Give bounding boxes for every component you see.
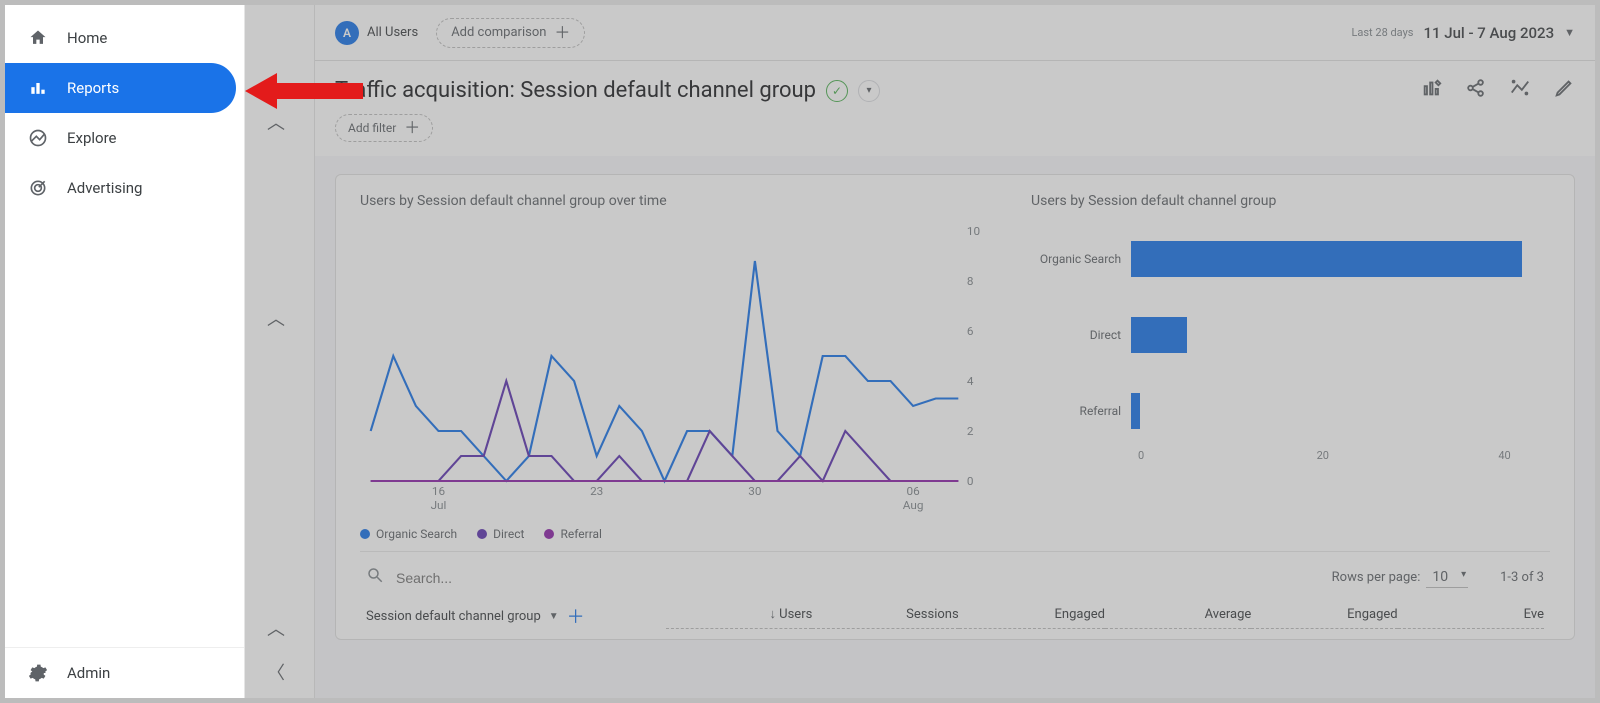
chevron-left-icon[interactable]: 〈 <box>267 659 285 685</box>
column-sessions[interactable]: Sessions <box>812 607 958 629</box>
insights-icon[interactable] <box>1509 77 1531 104</box>
chevron-up-icon[interactable]: ︿ <box>267 305 285 331</box>
sidebar-item-label: Reports <box>67 79 119 97</box>
svg-text:16: 16 <box>432 484 445 498</box>
pager-label: 1-3 of 3 <box>1500 570 1544 585</box>
title-dropdown-button[interactable]: ▾ <box>858 80 880 102</box>
chevron-up-icon[interactable]: ︿ <box>267 109 285 135</box>
home-icon <box>27 28 49 48</box>
add-comparison-button[interactable]: Add comparison ＋ <box>436 18 585 48</box>
customize-report-icon[interactable] <box>1421 77 1443 104</box>
svg-text:30: 30 <box>748 484 761 498</box>
sidebar-item-label: Advertising <box>67 179 142 197</box>
column-average[interactable]: Average <box>1105 607 1251 629</box>
collapsed-subnav: ︿ ︿ ︿ 〈 <box>245 5 315 698</box>
sidebar: Home Reports Explore Advertising Admin <box>5 5 245 698</box>
add-comparison-label: Add comparison <box>451 25 546 40</box>
bar-chart-icon <box>27 78 49 98</box>
topbar: A All Users Add comparison ＋ Last 28 day… <box>315 5 1595 61</box>
legend-item: Organic Search <box>360 527 457 541</box>
column-engaged[interactable]: Engaged <box>959 607 1105 629</box>
bar-chart-title: Users by Session default channel group <box>1031 193 1550 209</box>
column-users[interactable]: Users <box>666 606 812 629</box>
audience-label: All Users <box>367 25 418 40</box>
table-toolbar: Rows per page: 10 1-3 of 3 <box>360 551 1550 597</box>
sidebar-item-home[interactable]: Home <box>5 13 236 63</box>
verified-check-icon[interactable]: ✓ <box>826 80 848 102</box>
svg-text:0: 0 <box>967 474 974 488</box>
sidebar-item-label: Home <box>67 29 107 47</box>
date-range-value: 11 Jul - 7 Aug 2023 <box>1423 24 1554 42</box>
svg-text:Jul: Jul <box>431 498 447 512</box>
svg-text:Aug: Aug <box>903 498 924 512</box>
svg-text:6: 6 <box>967 324 974 338</box>
add-dimension-button[interactable]: ＋ <box>567 603 585 629</box>
svg-text:23: 23 <box>590 484 603 498</box>
legend-item: Direct <box>477 527 524 541</box>
sidebar-item-advertising[interactable]: Advertising <box>5 163 236 213</box>
svg-text:8: 8 <box>967 274 974 288</box>
share-icon[interactable] <box>1465 77 1487 104</box>
gear-icon <box>27 663 49 683</box>
line-chart-legend: Organic Search Direct Referral <box>360 527 1001 541</box>
page-header: Traffic acquisition: Session default cha… <box>315 61 1595 114</box>
search-input[interactable] <box>396 570 1320 586</box>
sidebar-item-admin[interactable]: Admin <box>5 648 236 698</box>
audience-badge[interactable]: A <box>335 21 359 45</box>
sidebar-item-reports[interactable]: Reports <box>5 63 236 113</box>
rows-per-page: Rows per page: 10 <box>1332 567 1468 588</box>
caret-down-icon: ▼ <box>549 611 559 622</box>
add-filter-label: Add filter <box>348 121 396 135</box>
svg-text:2: 2 <box>967 424 974 438</box>
table-header: Session default channel group ▼ ＋ Users … <box>360 597 1550 629</box>
plus-icon: ＋ <box>554 25 570 41</box>
line-chart-title: Users by Session default channel group o… <box>360 193 1001 209</box>
svg-text:4: 4 <box>967 374 974 388</box>
plus-icon: ＋ <box>404 120 420 136</box>
sidebar-item-label: Explore <box>67 129 117 147</box>
column-engaged-2[interactable]: Engaged <box>1251 607 1397 629</box>
sidebar-item-label: Admin <box>67 664 110 682</box>
legend-item: Referral <box>544 527 602 541</box>
rows-per-page-select[interactable]: 10 <box>1426 567 1468 588</box>
report-card: Users by Session default channel group o… <box>335 174 1575 640</box>
dimension-selector[interactable]: Session default channel group ▼ ＋ <box>366 603 666 629</box>
column-eve[interactable]: Eve <box>1398 607 1544 629</box>
search-icon[interactable] <box>366 566 384 589</box>
target-icon <box>27 178 49 198</box>
line-chart: 0 2 4 6 8 10 16Jul 23 30 06Aug <box>360 221 1001 521</box>
page-title: Traffic acquisition: Session default cha… <box>335 78 816 103</box>
caret-down-icon: ▼ <box>1564 26 1575 39</box>
chevron-up-icon[interactable]: ︿ <box>267 615 285 641</box>
edit-pencil-icon[interactable] <box>1553 77 1575 104</box>
add-filter-button[interactable]: Add filter ＋ <box>335 114 433 142</box>
date-range-picker[interactable]: Last 28 days 11 Jul - 7 Aug 2023 ▼ <box>1351 24 1575 42</box>
svg-text:10: 10 <box>967 224 980 238</box>
explore-icon <box>27 128 49 148</box>
svg-text:06: 06 <box>907 484 920 498</box>
sidebar-item-explore[interactable]: Explore <box>5 113 236 163</box>
bar-chart: Organic SearchDirectReferral02040 <box>1031 221 1550 521</box>
date-range-label: Last 28 days <box>1351 26 1413 39</box>
